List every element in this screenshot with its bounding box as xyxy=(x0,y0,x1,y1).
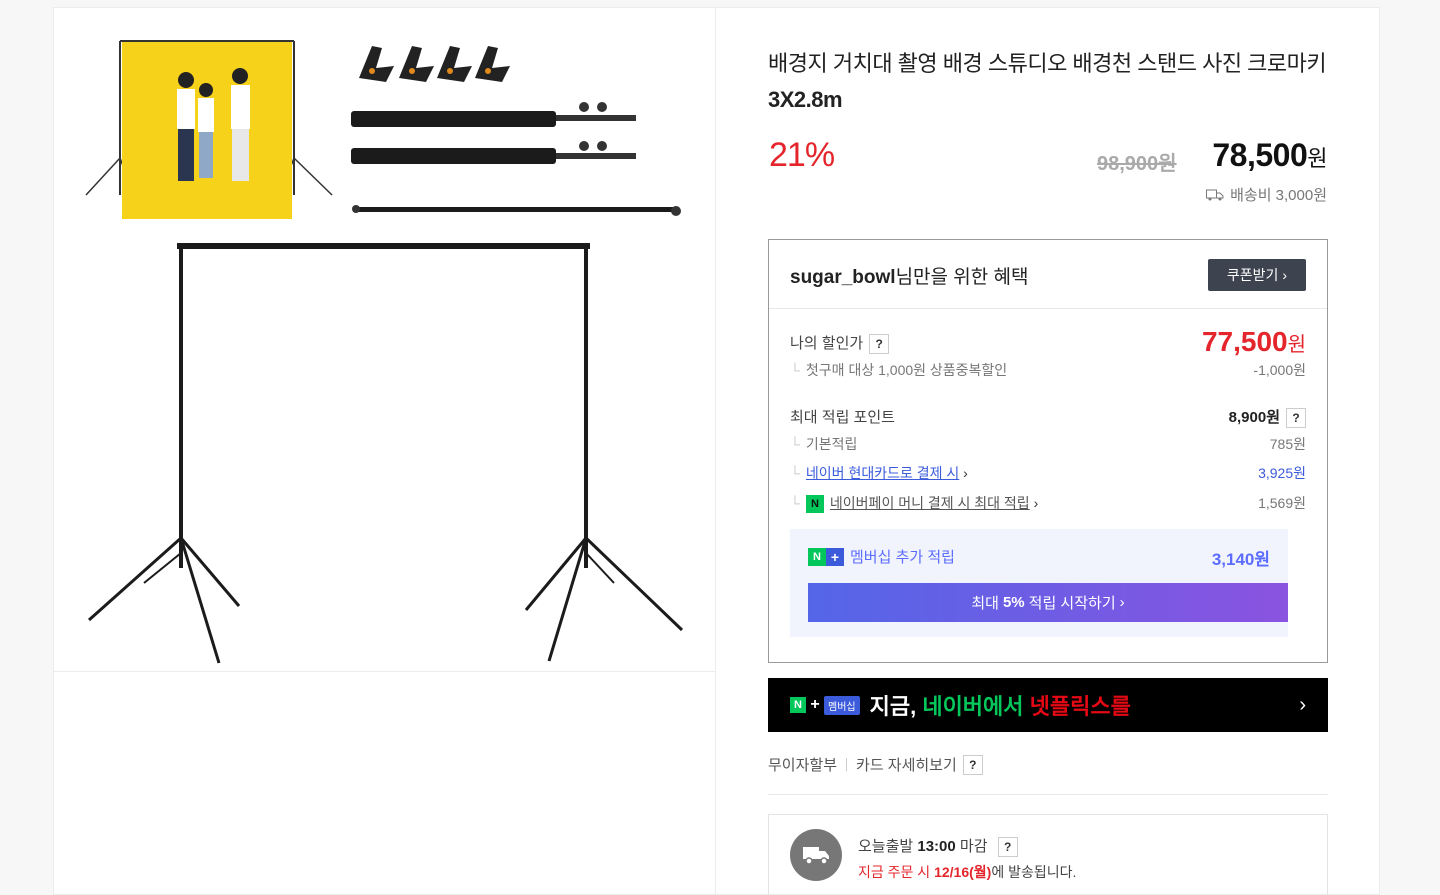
membership-badge-text: 멤버십 xyxy=(824,695,860,715)
chevron-right-icon: › xyxy=(1119,594,1125,611)
today-label: 오늘출발 xyxy=(858,838,914,855)
max-points-value: 8,900원 xyxy=(1228,409,1280,426)
my-price: 77,500원 xyxy=(1202,326,1306,358)
delivery-cutoff: 오늘출발 13:00 마감 ? xyxy=(858,835,1018,858)
banner-text-red: 넷플릭스를 xyxy=(1029,694,1131,719)
original-price: 98,900원 xyxy=(1097,153,1177,175)
banner-text: 지금, 네이버에서 넷플릭스를 xyxy=(870,689,1131,721)
my-price-value: 77,500 xyxy=(1201,326,1288,357)
npay-value: 1,569원 xyxy=(1258,495,1306,511)
membership-start-button[interactable]: 최대 5% 적립 시작하기 › xyxy=(808,583,1288,622)
my-price-label: 나의 할인가 xyxy=(790,335,864,352)
coupon-button[interactable]: 쿠폰받기 › xyxy=(1208,259,1306,291)
benefit-box: sugar_bowl님만을 위한 혜택 쿠폰받기 › 나의 할인가? 77,50… xyxy=(768,239,1328,663)
corner-icon: └ xyxy=(790,495,800,511)
chevron-right-icon: › xyxy=(1282,267,1288,283)
order-now-text: 지금 주문 시 xyxy=(858,864,931,880)
corner-icon: └ xyxy=(790,436,800,452)
first-purchase-row: └ 첫구매 대상 1,000원 상품중복할인 -1,000원 xyxy=(790,360,1306,380)
divider xyxy=(768,794,1328,795)
max-points-row: 최대 적립 포인트 8,900원? xyxy=(790,406,1306,429)
folded-stands-photo xyxy=(351,102,681,216)
discount-rate: 21% xyxy=(769,136,835,174)
membership-label-text: 멤버십 추가 적립 xyxy=(850,549,955,566)
npay-row: └ N 네이버페이 머니 결제 시 최대 적립 › 1,569원 xyxy=(790,493,1306,514)
sale-price-value: 78,500 xyxy=(1212,137,1308,173)
membership-label: N + 멤버십 추가 적립 xyxy=(808,546,955,567)
sale-price-currency: 원 xyxy=(1307,146,1327,171)
max-points-label: 최대 적립 포인트 xyxy=(790,409,895,426)
chevron-right-icon: › xyxy=(1029,495,1039,511)
help-icon[interactable]: ? xyxy=(869,334,890,355)
base-points-label: 기본적립 xyxy=(805,436,858,452)
clamps-photo xyxy=(359,46,510,82)
benefit-title-suffix: 님만을 위한 혜택 xyxy=(895,267,1029,288)
corner-icon: └ xyxy=(790,465,800,481)
naver-plus-membership-icon: N + 멤버십 xyxy=(790,695,860,715)
product-image[interactable] xyxy=(54,8,715,671)
image-divider xyxy=(54,671,715,672)
delivery-info: 오늘출발 13:00 마감 ? 지금 주문 시 12/16(월)에 발송됩니다. xyxy=(768,814,1328,895)
ship-date: 12/16(월) xyxy=(934,864,992,880)
product-title-text: 배경지 거치대 촬영 배경 스튜디오 배경천 스탠드 사진 크로마키 xyxy=(768,51,1327,76)
membership-button-rate: 5% xyxy=(1002,594,1025,611)
shipping-fee: 배송비 3,000원 xyxy=(1206,184,1327,205)
truck-icon xyxy=(1206,189,1224,200)
netflix-banner[interactable]: N + 멤버십 지금, 네이버에서 넷플릭스를 › xyxy=(768,678,1328,732)
membership-button-pre: 최대 xyxy=(971,595,999,612)
separator xyxy=(846,758,848,771)
benefit-title: sugar_bowl님만을 위한 혜택 xyxy=(790,262,1029,289)
banner-text-white: 지금, xyxy=(869,694,917,719)
assembled-stand-photo xyxy=(88,243,684,664)
help-icon[interactable]: ? xyxy=(962,754,983,775)
product-title: 배경지 거치대 촬영 배경 스튜디오 배경천 스탠드 사진 크로마키 3X2.8… xyxy=(768,46,1333,118)
cutoff-suffix: 마감 xyxy=(959,838,988,855)
membership-section: N + 멤버십 추가 적립 3,140원 최대 5% 적립 시작하기 › xyxy=(790,529,1288,637)
chevron-right-icon: › xyxy=(1299,694,1306,716)
username: sugar_bowl xyxy=(790,267,896,288)
hyundai-card-link[interactable]: 네이버 현대카드로 결제 시 xyxy=(806,465,959,481)
coupon-button-label: 쿠폰받기 xyxy=(1226,267,1279,283)
first-purchase-value: -1,000원 xyxy=(1253,362,1306,378)
card-detail-link[interactable]: 카드 자세히보기 xyxy=(856,754,957,775)
payment-links: 무이자할부 카드 자세히보기 ? xyxy=(768,754,983,775)
naverpay-icon: N xyxy=(805,495,824,514)
hyundai-card-row: └ 네이버 현대카드로 결제 시 › 3,925원 xyxy=(790,463,1306,483)
product-title-size: 3X2.8m xyxy=(768,87,843,112)
product-info-panel: 배경지 거치대 촬영 배경 스튜디오 배경천 스탠드 사진 크로마키 3X2.8… xyxy=(716,7,1380,895)
banner-text-green: 네이버에서 xyxy=(922,694,1024,719)
ship-date-suffix: 에 발송됩니다. xyxy=(991,864,1077,880)
help-icon[interactable]: ? xyxy=(997,837,1018,858)
membership-button-post: 적립 시작하기 xyxy=(1028,595,1116,612)
installment-link[interactable]: 무이자할부 xyxy=(768,754,837,775)
product-page: 배경지 거치대 촬영 배경 스튜디오 배경천 스탠드 사진 크로마키 3X2.8… xyxy=(0,0,1440,895)
base-points-value: 785원 xyxy=(1269,436,1306,452)
base-points-row: └ 기본적립 785원 xyxy=(790,434,1306,454)
help-icon[interactable]: ? xyxy=(1286,408,1306,429)
my-price-row: 나의 할인가? 77,500원 xyxy=(790,326,1306,357)
backdrop-photo xyxy=(85,40,333,219)
my-price-currency: 원 xyxy=(1287,334,1306,356)
shipping-fee-text: 배송비 3,000원 xyxy=(1230,187,1327,204)
corner-icon: └ xyxy=(790,362,800,378)
cutoff-time: 13:00 xyxy=(917,838,956,855)
membership-value: 3,140원 xyxy=(1211,550,1270,569)
max-points: 8,900원? xyxy=(1228,406,1306,429)
delivery-truck-icon xyxy=(790,829,842,881)
hyundai-card-value: 3,925원 xyxy=(1258,465,1306,481)
naver-plus-icon: N + xyxy=(808,547,844,566)
npay-link[interactable]: 네이버페이 머니 결제 시 최대 적립 xyxy=(830,495,1030,511)
delivery-date: 지금 주문 시 12/16(월)에 발송됩니다. xyxy=(858,862,1076,882)
chevron-right-icon: › xyxy=(959,465,968,481)
benefit-header: sugar_bowl님만을 위한 혜택 쿠폰받기 › xyxy=(769,240,1327,309)
sale-price: 78,500원 xyxy=(1212,137,1327,174)
first-purchase-label: 첫구매 대상 1,000원 상품중복할인 xyxy=(805,362,1008,378)
product-image-panel xyxy=(53,7,716,895)
